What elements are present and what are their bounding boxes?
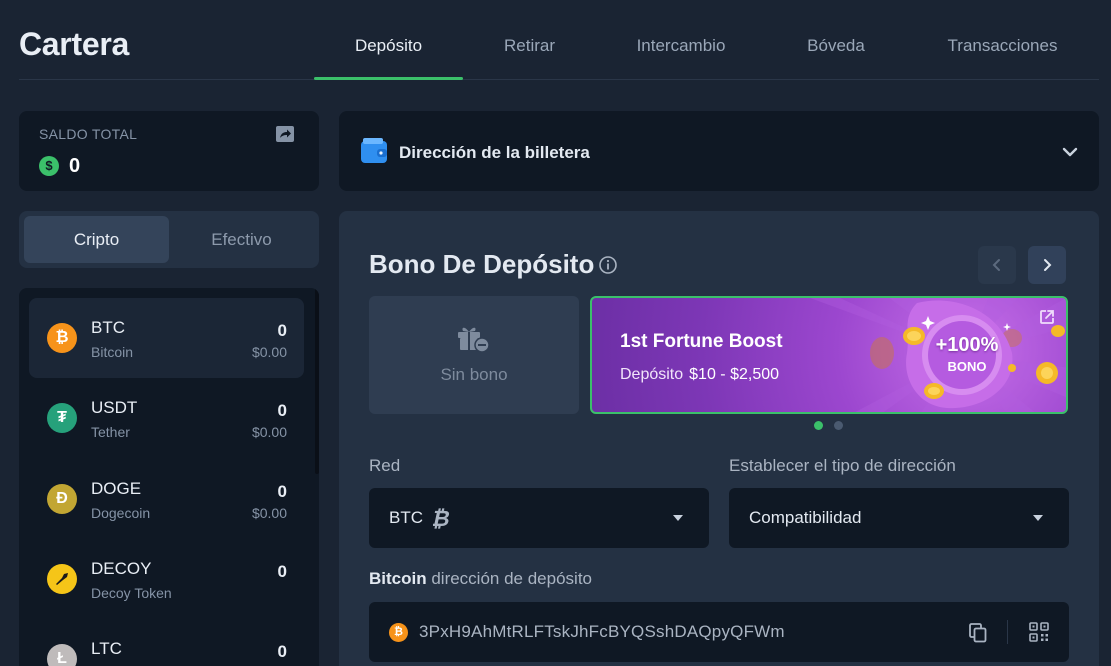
svg-text:₿: ₿ [433, 506, 453, 531]
coin-list: ₿ BTC Bitcoin 0 $0.00 ₮ USDT Tether 0 $0… [19, 288, 319, 666]
coin-usd-value: $0.00 [251, 505, 287, 521]
promo-range-value: $10 - $2,500 [689, 366, 780, 383]
wallet-address-title: Dirección de la billetera [399, 143, 590, 162]
share-icon[interactable] [275, 125, 295, 143]
no-bonus-option[interactable]: Sin bono [369, 296, 579, 414]
chevron-left-icon [992, 259, 1000, 271]
promo-deposit-label: Depósito [620, 366, 684, 383]
network-select-value: BTC [389, 508, 423, 527]
dollar-icon: $ [39, 156, 59, 176]
cash-toggle[interactable]: Efectivo [169, 216, 314, 263]
dogecoin-icon: Ð [47, 484, 77, 514]
coin-amount: 0 [277, 401, 287, 420]
address-type-label: Establecer el tipo de dirección [729, 456, 956, 475]
litecoin-icon: Ł [47, 644, 77, 666]
tether-icon: ₮ [47, 403, 77, 433]
tab-boveda[interactable]: Bóveda [766, 36, 906, 56]
decoy-duck-icon [47, 564, 77, 594]
currency-type-switch: Cripto Efectivo [19, 211, 319, 268]
bonus-section-title: Bono De Depósito [369, 249, 595, 279]
bitcoin-glyph-icon: ₿ [433, 506, 453, 531]
deposit-address-coin: Bitcoin [369, 569, 427, 588]
coin-name: Bitcoin [91, 344, 134, 360]
coin-list-scrollbar[interactable] [315, 288, 319, 474]
promo-bonus-percent: +100% [935, 334, 999, 356]
coin-symbol: DOGE [91, 479, 142, 498]
active-tab-indicator [314, 77, 463, 80]
coin-symbol: BTC [91, 318, 125, 337]
coin-symbol: DECOY [91, 559, 152, 578]
caret-down-icon [1033, 515, 1043, 521]
coin-usd-value: $0.00 [251, 424, 287, 440]
balance-label: SALDO TOTAL [39, 126, 138, 142]
promo-deposit-range: Depósito $10 - $2,500 [620, 366, 779, 384]
coin-name: Tether [91, 424, 130, 440]
address-actions-divider [1007, 620, 1008, 644]
coin-amount: 0 [277, 321, 287, 340]
copy-icon[interactable] [969, 623, 987, 643]
fortune-boost-bonus-card[interactable]: 1st Fortune Boost Depósito $10 - $2,500 +… [590, 296, 1068, 414]
coin-usd-value: $0.00 [251, 344, 287, 360]
coin-item-decoy[interactable]: DECOY Decoy Token 0 [29, 539, 304, 619]
coin-item-usdt[interactable]: ₮ USDT Tether 0 $0.00 [29, 378, 304, 458]
coin-item-doge[interactable]: Ð DOGE Dogecoin 0 $0.00 [29, 459, 304, 539]
coin-amount: 0 [277, 482, 287, 501]
caret-down-icon [673, 515, 683, 521]
bitcoin-icon: ₿ [389, 623, 408, 642]
coin-item-btc[interactable]: ₿ BTC Bitcoin 0 $0.00 [29, 298, 304, 378]
info-icon[interactable] [598, 255, 618, 275]
carousel-next-button[interactable] [1028, 246, 1066, 284]
header-divider [19, 79, 1099, 80]
deposit-panel: Bono De Depósito Sin bono 1st Fortune Bo… [339, 211, 1099, 666]
wallet-address-dropdown[interactable]: Dirección de la billetera [339, 111, 1099, 191]
gift-off-icon [458, 327, 490, 352]
tab-bar: Depósito Retirar Intercambio Bóveda Tran… [314, 0, 1099, 80]
coin-symbol: LTC [91, 639, 122, 658]
deposit-address-value[interactable]: 3PxH9AhMtRLFTskJhFcBYQSshDAQpyQFWm [419, 622, 785, 642]
promo-bonus-word: BONO [947, 359, 987, 374]
chevron-right-icon [1044, 259, 1052, 271]
no-bonus-label: Sin bono [440, 365, 508, 384]
coin-symbol: USDT [91, 398, 138, 417]
tab-transacciones[interactable]: Transacciones [906, 36, 1099, 56]
wallet-icon [361, 138, 387, 163]
coin-item-ltc[interactable]: Ł LTC 0 [29, 619, 304, 666]
chevron-down-icon[interactable] [1061, 143, 1079, 161]
address-type-select[interactable]: Compatibilidad [729, 488, 1069, 548]
deposit-address-field: ₿ 3PxH9AhMtRLFTskJhFcBYQSshDAQpyQFWm [369, 602, 1069, 662]
crypto-toggle[interactable]: Cripto [24, 216, 169, 263]
coin-name: Decoy Token [91, 585, 172, 601]
network-select[interactable]: BTC ₿ [369, 488, 709, 548]
address-type-select-value: Compatibilidad [749, 508, 862, 527]
page-title: Cartera [19, 26, 129, 62]
carousel-prev-button[interactable] [978, 246, 1016, 284]
deposit-address-label: Bitcoin dirección de depósito [369, 569, 592, 589]
balance-card: SALDO TOTAL $ 0 [19, 111, 319, 191]
tab-retirar[interactable]: Retirar [463, 36, 596, 56]
promo-title: 1st Fortune Boost [620, 331, 783, 352]
balance-value: 0 [69, 155, 81, 177]
tab-deposito[interactable]: Depósito [314, 36, 463, 56]
qr-code-icon[interactable] [1029, 622, 1049, 642]
bitcoin-icon: ₿ [47, 323, 77, 353]
network-label: Red [369, 456, 401, 475]
carousel-dot-active[interactable] [814, 421, 823, 430]
coin-amount: 0 [277, 642, 287, 661]
carousel-dot[interactable] [834, 421, 843, 430]
deposit-address-label-rest: dirección de depósito [426, 569, 592, 588]
tab-intercambio[interactable]: Intercambio [596, 36, 766, 56]
coin-amount: 0 [277, 562, 287, 581]
external-link-icon[interactable] [1038, 308, 1056, 326]
coin-name: Dogecoin [91, 505, 151, 521]
